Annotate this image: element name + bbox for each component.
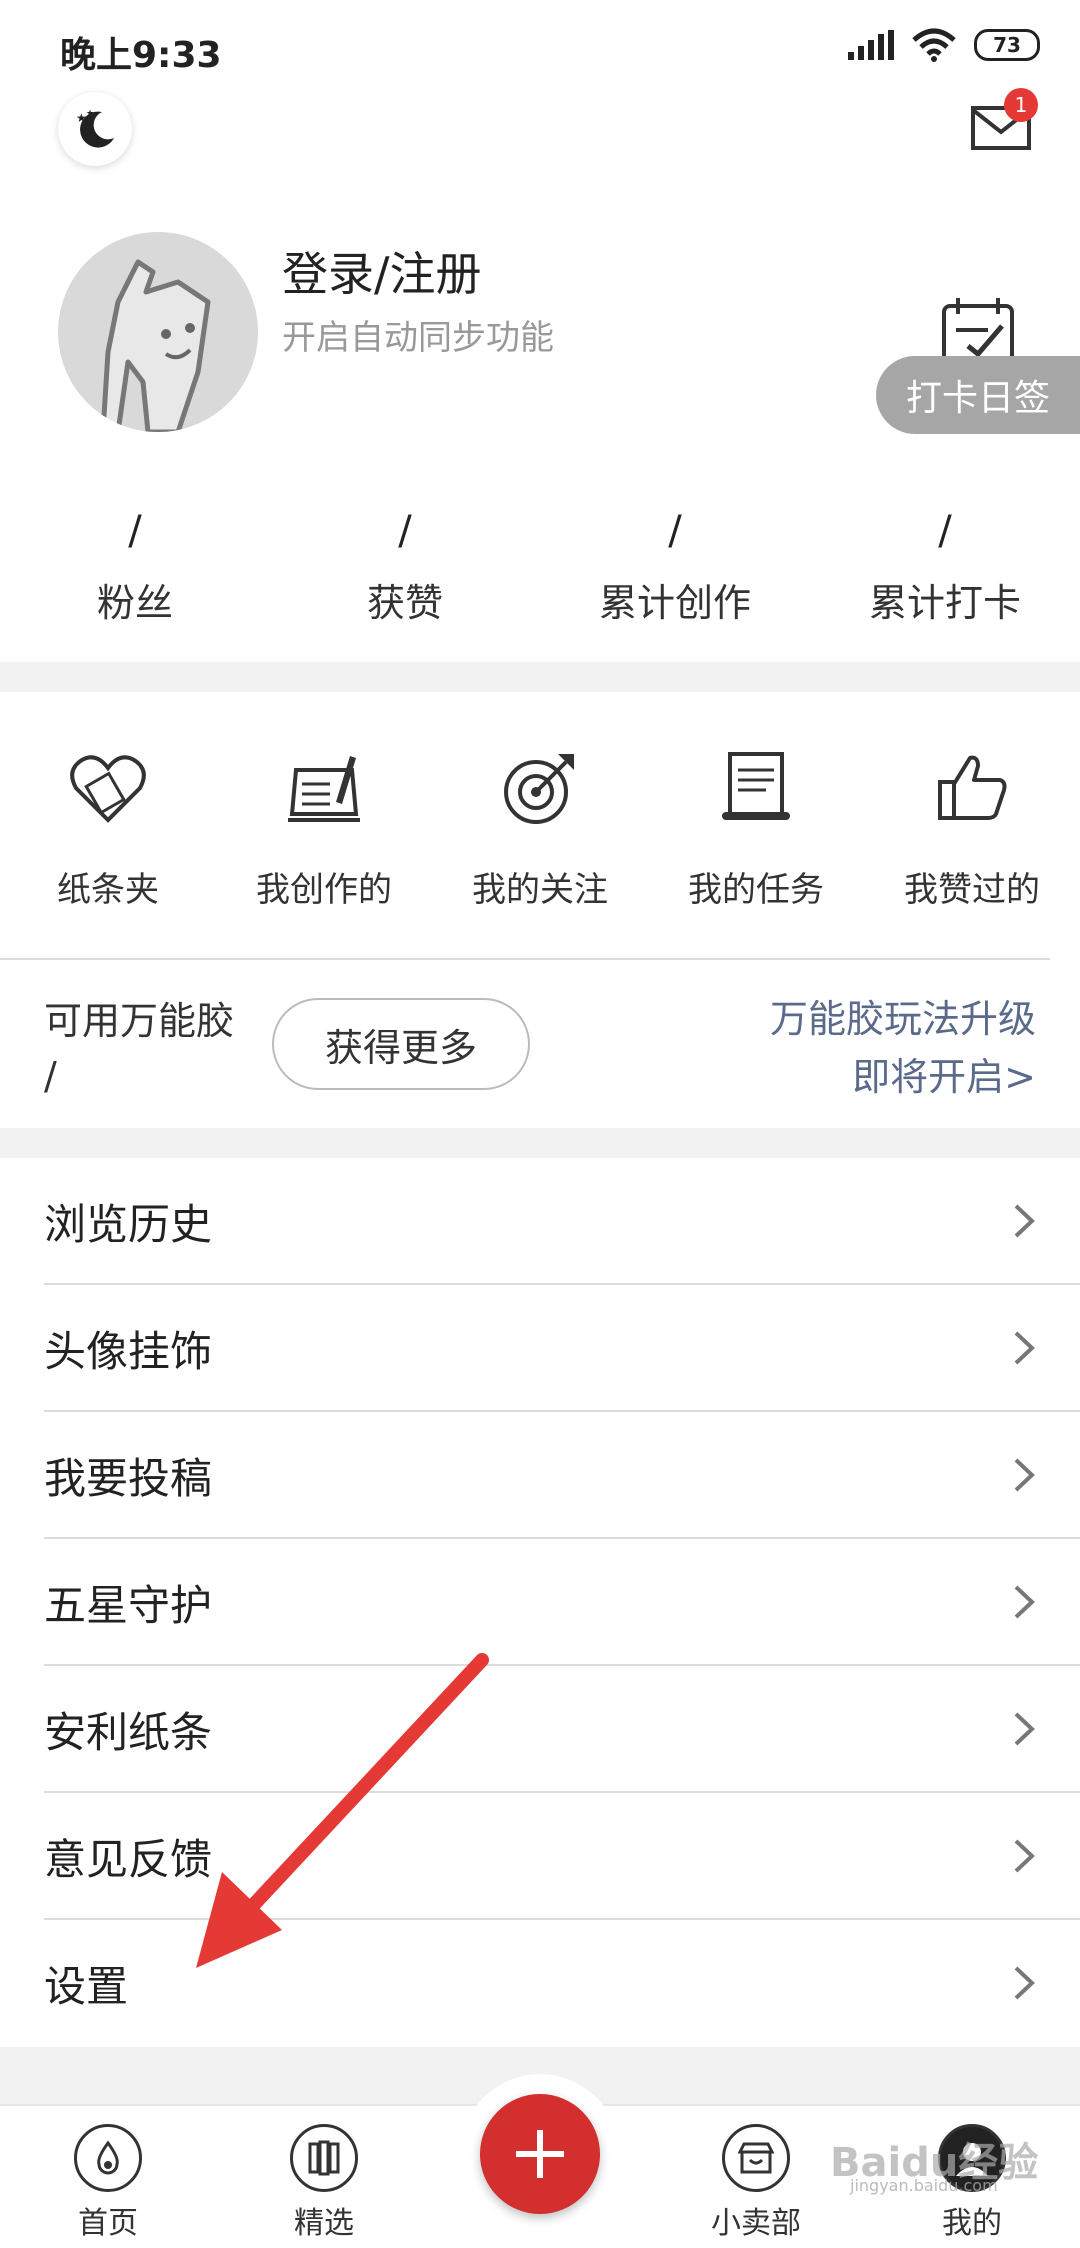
nav-featured[interactable]: 精选	[254, 2124, 394, 2242]
shortcut-label: 我创作的	[256, 870, 392, 910]
menu-item-label: 设置	[44, 1962, 129, 2011]
menu-item-label: 安利纸条	[44, 1708, 213, 1757]
section-gap	[0, 1128, 1080, 1158]
stat-value: /	[668, 508, 682, 554]
chevron-right-icon	[1014, 1458, 1035, 1492]
shortcut-row: 纸条夹 我创作的 我的关注 我的任务 我赞过的	[0, 748, 1080, 911]
create-button[interactable]	[480, 2094, 600, 2214]
shortcut-label: 我的任务	[688, 870, 824, 910]
wifi-icon	[912, 28, 956, 62]
signal-icon	[848, 30, 894, 60]
chevron-right-icon	[1014, 1331, 1035, 1365]
shortcut-my-tasks[interactable]: 我的任务	[648, 748, 864, 911]
shortcut-label: 纸条夹	[57, 870, 159, 910]
shortcut-my-likes[interactable]: 我赞过的	[864, 748, 1080, 911]
menu-item-avatar-decor[interactable]: 头像挂饰	[0, 1285, 1080, 1412]
battery-indicator: 73	[974, 29, 1040, 61]
chevron-right-icon	[1014, 1839, 1035, 1873]
shortcut-my-follows[interactable]: 我的关注	[432, 748, 648, 911]
nav-label: 小卖部	[711, 2206, 801, 2241]
upgrade-line-2: 即将开启>	[852, 1055, 1036, 1099]
notebook-pen-icon	[288, 756, 360, 822]
checkin-button[interactable]: 打卡日签	[876, 356, 1080, 434]
glue-value: /	[44, 1054, 57, 1098]
menu-list: 浏览历史 头像挂饰 我要投稿 五星守护 安利纸条 意见反馈 设置	[0, 1158, 1080, 2047]
upgrade-line-1: 万能胶玩法升级	[769, 997, 1036, 1041]
chevron-right-icon	[1014, 1712, 1035, 1746]
status-bar: 晚上9:33 73	[0, 0, 1080, 96]
stat-likes[interactable]: / 获赞	[270, 508, 540, 627]
cards-icon	[290, 2124, 358, 2192]
avatar[interactable]	[58, 232, 258, 432]
menu-item-recommend[interactable]: 安利纸条	[0, 1666, 1080, 1793]
menu-item-label: 五星守护	[44, 1581, 213, 1630]
shortcut-label: 我的关注	[472, 870, 608, 910]
stat-value: /	[938, 508, 952, 554]
scroll-icon	[722, 752, 790, 820]
nav-label: 精选	[294, 2206, 354, 2241]
menu-item-history[interactable]: 浏览历史	[0, 1158, 1080, 1285]
glue-upgrade-link[interactable]: 万能胶玩法升级 即将开启>	[770, 990, 1036, 1106]
menu-item-submit[interactable]: 我要投稿	[0, 1412, 1080, 1539]
menu-item-feedback[interactable]: 意见反馈	[0, 1793, 1080, 1920]
thumbs-up-icon	[938, 755, 1007, 820]
status-icons: 73	[848, 28, 1040, 62]
mail-badge: 1	[1004, 88, 1038, 122]
stat-label: 获赞	[366, 581, 443, 625]
svg-text:★: ★	[86, 109, 94, 119]
stat-fans[interactable]: / 粉丝	[0, 508, 270, 627]
default-avatar-icon	[100, 259, 211, 432]
moon-icon: ★ ★	[76, 109, 114, 148]
stat-value: /	[398, 508, 412, 554]
get-more-button[interactable]: 获得更多	[272, 998, 530, 1090]
menu-item-label: 我要投稿	[44, 1454, 213, 1503]
status-time: 晚上9:33	[60, 35, 222, 76]
chevron-right-icon	[1014, 1966, 1035, 2000]
drop-icon	[74, 2124, 142, 2192]
nav-label: 我的	[942, 2206, 1002, 2241]
shortcut-note-folder[interactable]: 纸条夹	[0, 748, 216, 911]
login-register-link[interactable]: 登录/注册	[282, 238, 482, 304]
nav-shop[interactable]: 小卖部	[686, 2124, 826, 2242]
stat-label: 累计创作	[598, 581, 751, 625]
divider	[0, 958, 1050, 960]
shortcut-my-creations[interactable]: 我创作的	[216, 748, 432, 911]
watermark-sub: jingyan.baidu.com	[850, 2176, 998, 2195]
menu-item-label: 意见反馈	[44, 1835, 213, 1884]
menu-item-label: 浏览历史	[44, 1200, 213, 1249]
section-gap	[0, 662, 1080, 692]
shop-icon	[722, 2124, 790, 2192]
menu-item-label: 头像挂饰	[44, 1327, 213, 1376]
nav-label: 首页	[78, 2206, 138, 2241]
chevron-right-icon	[1014, 1585, 1035, 1619]
stat-checkins[interactable]: / 累计打卡	[810, 508, 1080, 627]
login-subtitle: 开启自动同步功能	[282, 318, 554, 358]
glue-label: 可用万能胶	[44, 999, 235, 1043]
nav-home[interactable]: 首页	[38, 2124, 178, 2242]
stat-value: /	[128, 508, 142, 554]
night-mode-button[interactable]: ★ ★	[58, 92, 132, 166]
plus-icon	[516, 2130, 564, 2178]
target-icon	[504, 754, 574, 824]
stat-label: 累计打卡	[868, 581, 1021, 625]
menu-item-settings[interactable]: 设置	[0, 1920, 1080, 2047]
heart-folder-icon	[70, 755, 146, 823]
menu-item-five-star[interactable]: 五星守护	[0, 1539, 1080, 1666]
stats-row: / 粉丝 / 获赞 / 累计创作 / 累计打卡	[0, 508, 1080, 627]
chevron-right-icon	[1014, 1204, 1035, 1238]
stat-label: 粉丝	[96, 581, 173, 625]
shortcut-label: 我赞过的	[904, 870, 1040, 910]
stat-creations[interactable]: / 累计创作	[540, 508, 810, 627]
